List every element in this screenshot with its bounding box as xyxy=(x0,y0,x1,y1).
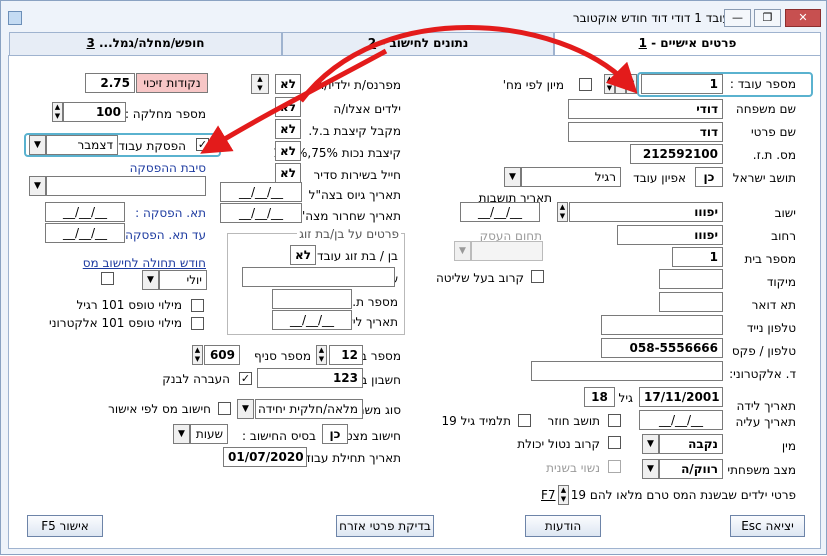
annotation-arrows-icon xyxy=(200,25,638,154)
app-window: עובד 1 דודי דוד חודש אוקטובר — ❐ ✕ פרטים… xyxy=(0,0,827,555)
